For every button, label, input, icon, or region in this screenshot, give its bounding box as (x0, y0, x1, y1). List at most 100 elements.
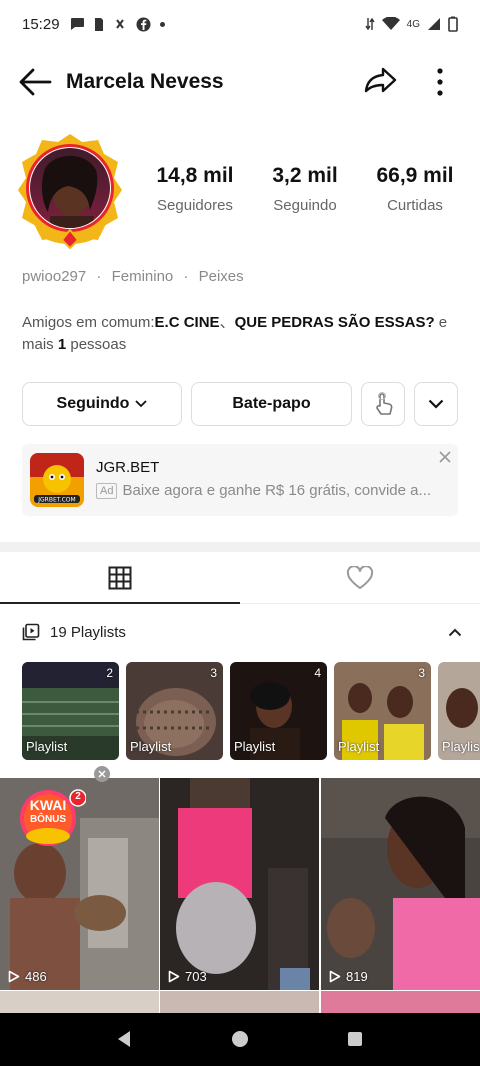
battery-icon (448, 16, 458, 32)
grid-icon (108, 566, 132, 590)
data-arrows-icon (365, 17, 375, 31)
followers-stat[interactable]: 14,8 mil Seguidores (140, 164, 250, 214)
system-nav-bar (0, 1013, 480, 1066)
facebook-icon (136, 17, 151, 31)
chat-icon (70, 18, 84, 30)
video-thumbnail[interactable]: 819 (321, 778, 480, 990)
playlist-label: Playlist (130, 739, 172, 754)
video-views-count: 486 (25, 969, 47, 984)
share-icon (364, 67, 397, 93)
notification-dot-icon (159, 21, 165, 27)
ad-brand: JGR.BET (96, 459, 160, 476)
following-label: Seguindo (273, 197, 337, 214)
top-app-bar: Marcela Nevess (0, 56, 480, 108)
nav-back-icon (118, 1031, 130, 1047)
video-thumbnail[interactable]: 703 (160, 778, 319, 990)
playlist-card[interactable]: 3 Playlist (334, 662, 431, 760)
video-views: 819 (329, 969, 368, 984)
playlists-row: 2 Playlist 3 Playlist 4 Playlist 3 Playl… (22, 662, 480, 760)
meta-separator: · (96, 268, 102, 285)
nav-recents-button[interactable] (348, 1032, 362, 1046)
playlist-video-count: 2 (106, 666, 113, 680)
ad-badge: Ad (96, 482, 118, 499)
back-button[interactable] (18, 66, 56, 98)
gesture-button[interactable] (361, 382, 405, 426)
playlist-label: Playlist (26, 739, 68, 754)
playlist-card[interactable]: 4 Playlist (230, 662, 327, 760)
nav-home-button[interactable] (232, 1031, 248, 1047)
chat-button-label: Bate-papo (232, 395, 311, 412)
followers-count: 14,8 mil (156, 164, 234, 187)
mutual-separator: 、 (219, 314, 235, 331)
tab-liked[interactable] (240, 552, 480, 604)
playlist-card[interactable]: 3 Playlist (126, 662, 223, 760)
kwai-bonus-badge[interactable]: KWAI BÔNUS 2 (10, 784, 87, 846)
avatar[interactable] (14, 132, 130, 250)
chevron-down-icon (428, 399, 444, 409)
video-views: 486 (8, 969, 47, 984)
chat-button[interactable]: Bate-papo (191, 382, 352, 426)
video-views-count: 703 (185, 969, 207, 984)
play-icon (8, 970, 20, 983)
playlist-card[interactable]: Playlis (438, 662, 480, 760)
mutual-friends[interactable]: Amigos em comum:E.C CINE、QUE PEDRAS SÃO … (22, 312, 462, 356)
bug-icon (115, 19, 124, 29)
kwai-bonus-count: 2 (75, 791, 81, 802)
video-views: 703 (168, 969, 207, 984)
arrow-left-icon (19, 68, 52, 96)
playlists-header[interactable]: 19 Playlists (22, 618, 462, 646)
chevron-up-icon[interactable] (448, 628, 462, 637)
likes-stat: 66,9 mil Curtidas (360, 164, 470, 214)
mutual-prefix: Amigos em comum: (22, 314, 155, 331)
share-button[interactable] (364, 64, 402, 100)
mutual-friend-1: E.C CINE (154, 314, 220, 331)
meta-separator: · (183, 268, 189, 285)
playlists-count: 19 Playlists (50, 623, 126, 641)
playlist-label: Playlist (234, 739, 276, 754)
mutual-count: 1 (57, 336, 67, 353)
status-time: 15:29 (22, 15, 60, 33)
likes-label: Curtidas (387, 197, 443, 214)
likes-count: 66,9 mil (376, 164, 454, 187)
playlist-label: Playlis (442, 739, 480, 754)
playlist-icon (22, 623, 40, 641)
nav-back-button[interactable] (116, 1030, 132, 1053)
hand-tap-icon (376, 392, 393, 415)
heart-icon (346, 566, 374, 589)
close-icon (439, 451, 451, 463)
expand-suggestions-button[interactable] (414, 382, 458, 426)
video-thumbnail[interactable] (321, 991, 480, 1014)
playlist-video-count: 3 (210, 666, 217, 680)
play-icon (168, 970, 180, 983)
tab-videos[interactable] (0, 552, 240, 604)
network-type: 4G (406, 18, 420, 30)
playlist-label: Playlist (338, 739, 380, 754)
kwai-bonus-close-button[interactable] (94, 766, 110, 782)
playlist-video-count: 4 (314, 666, 321, 680)
video-thumbnail[interactable] (0, 991, 159, 1014)
zodiac-sign: Peixes (198, 268, 244, 285)
ad-close-button[interactable] (438, 450, 452, 464)
profile-meta: pwioo297 · Feminino · Peixes (22, 268, 244, 285)
followers-label: Seguidores (157, 197, 233, 214)
svg-text:JGRBET.COM: JGRBET.COM (37, 497, 75, 504)
mutual-friend-2: QUE PEDRAS SÃO ESSAS? (234, 314, 435, 331)
ad-app-logo: JGRBET.COM (30, 453, 84, 507)
following-button-label: Seguindo (56, 395, 130, 412)
more-options-button[interactable] (428, 64, 452, 100)
following-button[interactable]: Seguindo (22, 382, 182, 426)
page-title: Marcela Nevess (66, 70, 224, 93)
more-vertical-icon (437, 68, 443, 96)
playlist-card[interactable]: 2 Playlist (22, 662, 119, 760)
ad-text: Baixe agora e ganhe R$ 16 grátis, convid… (122, 482, 432, 499)
gender: Feminino (111, 268, 174, 285)
playlist-video-count: 3 (418, 666, 425, 680)
ad-banner[interactable]: JGRBET.COM JGR.BET Ad Baixe agora e ganh… (22, 444, 458, 516)
chevron-down-icon (135, 400, 148, 408)
play-icon (329, 970, 341, 983)
signal-icon (428, 18, 440, 30)
following-count: 3,2 mil (272, 164, 338, 187)
following-stat[interactable]: 3,2 mil Seguindo (250, 164, 360, 214)
video-thumbnail[interactable] (160, 991, 319, 1014)
section-divider (0, 542, 480, 552)
